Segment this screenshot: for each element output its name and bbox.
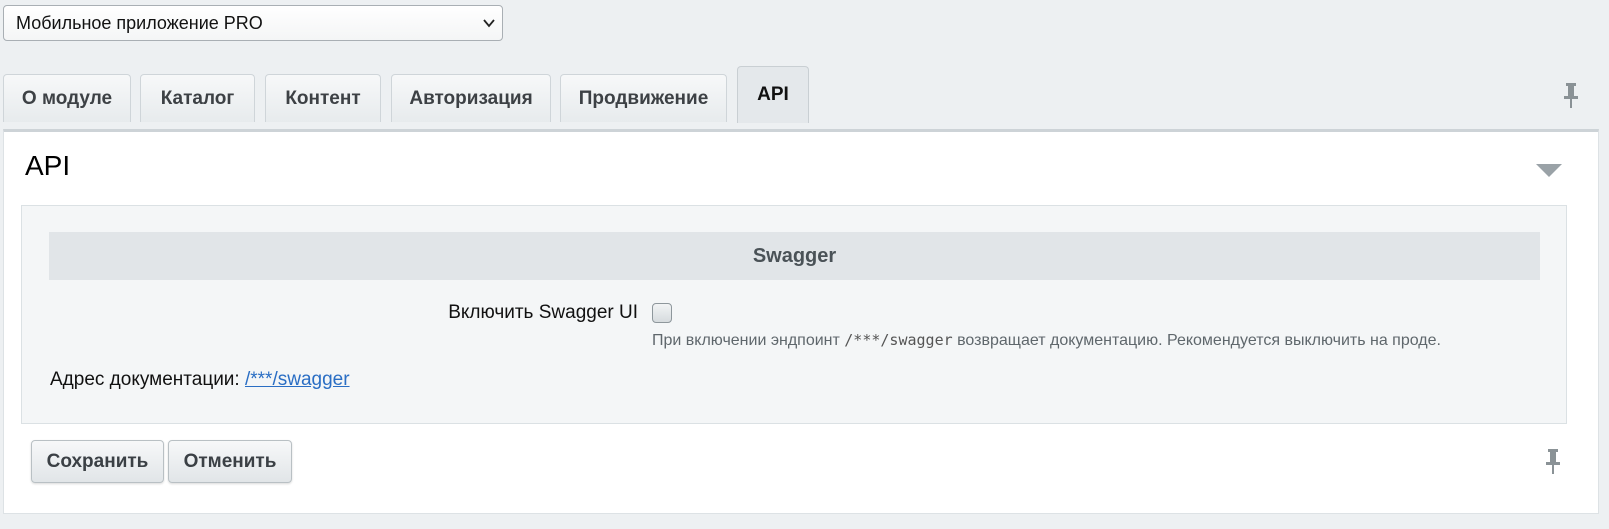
swagger-settings-box: Swagger Включить Swagger UI При включени… [21, 205, 1567, 424]
hint-text-start: При включении эндпоинт [652, 332, 845, 349]
chevron-down-icon [483, 19, 495, 28]
save-button[interactable]: Сохранить [31, 440, 164, 483]
hint-text-end: возвращает документацию. Рекомендуется в… [952, 332, 1441, 349]
panel-title: API [25, 150, 71, 181]
api-panel: API Swagger Включить Swagger UI При вклю… [3, 129, 1599, 514]
pin-icon[interactable] [1544, 448, 1562, 475]
docs-address: Адрес документации: /***/swagger [50, 369, 350, 391]
swagger-hint: При включении эндпоинт /***/swagger возв… [652, 331, 1441, 350]
docs-link[interactable]: /***/swagger [245, 369, 350, 390]
tab-authorization[interactable]: Авторизация [391, 74, 551, 122]
docs-address-label: Адрес документации: [50, 369, 245, 390]
tab-api[interactable]: API [737, 66, 809, 123]
tab-promotion[interactable]: Продвижение [560, 74, 727, 122]
module-select[interactable]: Мобильное приложение PRO [3, 5, 503, 41]
tab-catalog[interactable]: Каталог [140, 74, 255, 122]
cancel-button[interactable]: Отменить [168, 440, 292, 483]
module-select-value: Мобильное приложение PRO [16, 13, 263, 33]
tab-content[interactable]: Контент [265, 74, 381, 122]
swagger-toggle-label: Включить Swagger UI [448, 302, 638, 323]
triangle-down-icon[interactable] [1536, 164, 1562, 177]
swagger-ui-checkbox[interactable] [652, 303, 672, 323]
pin-icon[interactable] [1562, 82, 1580, 109]
section-title: Swagger [49, 232, 1540, 280]
tab-about[interactable]: О модуле [3, 74, 131, 122]
hint-endpoint-code: /***/swagger [844, 331, 953, 349]
